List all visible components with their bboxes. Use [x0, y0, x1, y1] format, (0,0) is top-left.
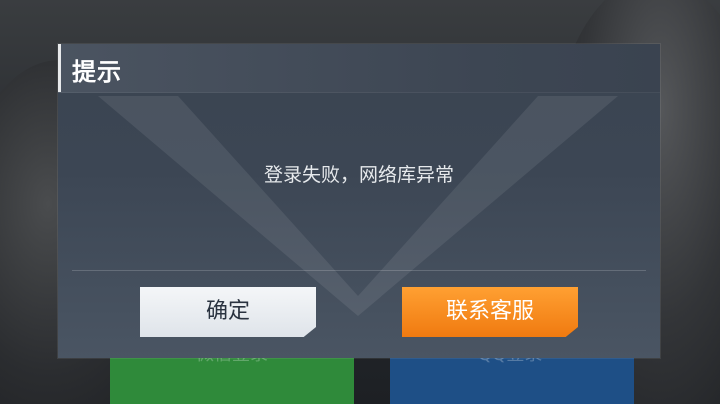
- alert-dialog: 提示 登录失败，网络库异常 确定 联系客服: [58, 44, 660, 358]
- login-screen: 微信登录 QQ登录 提示 登录失败，网络库异常 确定 联系客服: [0, 0, 720, 404]
- dialog-message: 登录失败，网络库异常: [263, 164, 454, 186]
- dialog-header: 提示: [58, 44, 660, 93]
- dialog-watermark-icon: [98, 96, 618, 316]
- dialog-title: 提示: [72, 58, 122, 86]
- confirm-button-label: 确定: [205, 299, 250, 324]
- title-accent-bar: [58, 44, 61, 92]
- contact-support-button-label: 联系客服: [445, 299, 534, 324]
- contact-support-button[interactable]: 联系客服: [402, 287, 578, 337]
- dialog-divider: [72, 270, 646, 271]
- confirm-button[interactable]: 确定: [140, 287, 316, 337]
